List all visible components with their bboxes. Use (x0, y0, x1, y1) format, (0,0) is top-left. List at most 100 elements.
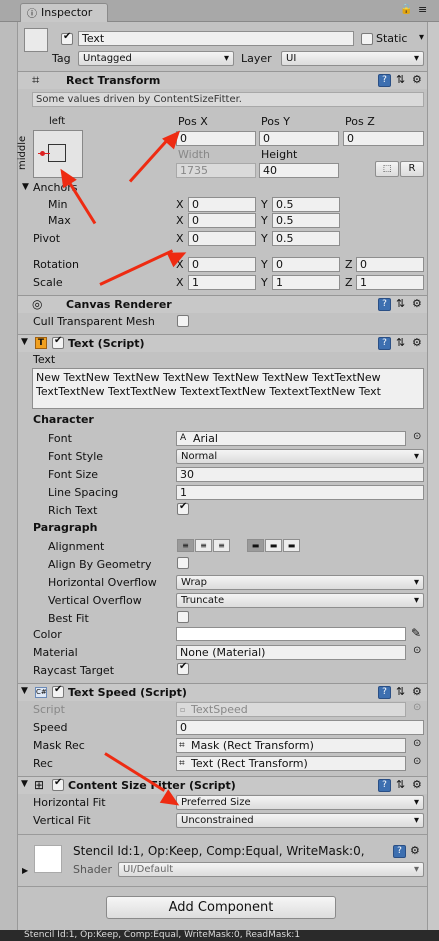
menu-icon[interactable]: ≡ (418, 3, 427, 16)
static-dropdown[interactable] (418, 31, 428, 46)
pivot-x-field[interactable]: 0 (188, 231, 256, 246)
best-fit-checkbox[interactable] (177, 611, 189, 623)
lock-icon[interactable]: 🔒 (400, 4, 412, 15)
scale-x-field[interactable]: 1 (188, 275, 256, 290)
content-size-fitter-header[interactable]: ▼ ⊞ Content Size Fitter (Script) ? ⇅ ⚙ (18, 776, 427, 794)
scale-z-field[interactable]: 1 (356, 275, 424, 290)
align-center-icon[interactable]: ≡ (195, 539, 212, 552)
anchors-foldout-icon[interactable]: ▼ (22, 182, 29, 192)
min-x-field[interactable]: 0 (188, 197, 256, 212)
text-speed-header[interactable]: ▼ C# Text Speed (Script) ? ⇅ ⚙ (18, 683, 427, 701)
object-picker-icon[interactable]: ⊙ (413, 645, 421, 656)
gear-icon[interactable]: ⚙ (412, 685, 422, 698)
font-field[interactable]: A Arial (176, 431, 406, 446)
align-bottom-icon[interactable]: ▬ (283, 539, 300, 552)
preset-icon[interactable]: ⇅ (396, 297, 405, 310)
blueprint-mode-button[interactable]: ⬚ (375, 161, 399, 177)
foldout-icon[interactable]: ▼ (21, 686, 28, 696)
align-middle-icon[interactable]: ▬ (265, 539, 282, 552)
text-script-header[interactable]: ▼ T Text (Script) ? ⇅ ⚙ (18, 334, 427, 352)
min-y-field[interactable]: 0.5 (272, 197, 340, 212)
tab-inspector[interactable]: ⓘ Inspector (20, 3, 108, 22)
tag-dropdown[interactable]: Untagged (78, 51, 234, 66)
color-swatch[interactable] (176, 627, 406, 641)
font-size-field[interactable]: 30 (176, 467, 424, 482)
rec-value: Text (Rect Transform) (191, 757, 308, 770)
foldout-icon[interactable]: ▼ (21, 337, 28, 347)
help-icon[interactable]: ? (378, 779, 391, 792)
gear-icon[interactable]: ⚙ (412, 73, 422, 86)
text-speed-enabled-checkbox[interactable] (52, 684, 64, 698)
cull-mesh-checkbox[interactable] (177, 315, 189, 327)
canvas-renderer-icon: ◎ (32, 297, 43, 311)
object-picker-icon[interactable]: ⊙ (413, 431, 421, 442)
text-label: Text (33, 353, 56, 366)
scale-y-field[interactable]: 1 (272, 275, 340, 290)
raycast-checkbox[interactable] (177, 661, 189, 675)
preset-icon[interactable]: ⇅ (396, 685, 405, 698)
scrollbar[interactable] (427, 22, 439, 941)
posx-field[interactable]: 0 (176, 131, 256, 146)
preset-icon[interactable]: ⇅ (396, 778, 405, 791)
object-picker-icon[interactable]: ⊙ (413, 756, 421, 767)
rich-text-checkbox[interactable] (177, 501, 189, 515)
anchor-preset-square-icon (48, 144, 66, 162)
raw-edit-button[interactable]: R (400, 161, 424, 177)
posy-field[interactable]: 0 (259, 131, 339, 146)
help-icon[interactable]: ? (378, 686, 391, 699)
mask-rec-field[interactable]: ⌗ Mask (Rect Transform) (176, 738, 406, 753)
rect-transform-header[interactable]: ⌗ Rect Transform ? ⇅ ⚙ (18, 71, 427, 89)
rot-y-field[interactable]: 0 (272, 257, 340, 272)
rot-z-field[interactable]: 0 (356, 257, 424, 272)
gear-icon[interactable]: ⚙ (412, 336, 422, 349)
layer-dropdown[interactable]: UI (281, 51, 424, 66)
rec-field[interactable]: ⌗ Text (Rect Transform) (176, 756, 406, 771)
gear-icon[interactable]: ⚙ (412, 778, 422, 791)
help-icon[interactable]: ? (378, 298, 391, 311)
object-picker-icon[interactable]: ⊙ (413, 738, 421, 749)
text-enabled-checkbox[interactable] (52, 335, 64, 349)
active-checkbox[interactable] (61, 31, 73, 45)
add-component-button[interactable]: Add Component (106, 896, 336, 919)
help-icon[interactable]: ? (393, 845, 406, 858)
layer-label: Layer (241, 52, 272, 65)
height-field[interactable]: 40 (259, 163, 339, 178)
text-area[interactable]: New TextNew TextNew TextNew TextNew Text… (32, 368, 424, 409)
content-size-fitter-enabled-checkbox[interactable] (52, 777, 64, 791)
help-icon[interactable]: ? (378, 74, 391, 87)
material-field[interactable]: None (Material) (176, 645, 406, 660)
preset-icon[interactable]: ⇅ (396, 336, 405, 349)
gear-icon[interactable]: ⚙ (412, 297, 422, 310)
posz-field[interactable]: 0 (343, 131, 424, 146)
rec-label: Rec (33, 757, 53, 770)
cull-mesh-label: Cull Transparent Mesh (33, 315, 155, 328)
horizontal-overflow-dropdown[interactable]: Wrap (176, 575, 424, 590)
foldout-icon[interactable]: ▼ (21, 779, 28, 789)
align-geometry-checkbox[interactable] (177, 557, 189, 569)
font-style-dropdown[interactable]: Normal (176, 449, 424, 464)
pivot-y-label: Y (261, 232, 268, 245)
eyedropper-icon[interactable]: ✎ (411, 626, 421, 640)
max-y-field[interactable]: 0.5 (272, 213, 340, 228)
mask-rec-label: Mask Rec (33, 739, 85, 752)
preset-icon[interactable]: ⇅ (396, 73, 405, 86)
shader-dropdown[interactable]: UI/Default (118, 862, 424, 877)
annotation-arrowhead (166, 245, 190, 268)
help-icon[interactable]: ? (378, 337, 391, 350)
pivot-y-field[interactable]: 0.5 (272, 231, 340, 246)
rot-x-field[interactable]: 0 (188, 257, 256, 272)
static-checkbox[interactable] (361, 33, 373, 45)
align-right-icon[interactable]: ≡ (213, 539, 230, 552)
align-left-icon[interactable]: ≡ (177, 539, 194, 552)
canvas-renderer-header[interactable]: ◎ Canvas Renderer ? ⇅ ⚙ (18, 295, 427, 313)
line-spacing-field[interactable]: 1 (176, 485, 424, 500)
name-field[interactable]: Text (78, 31, 354, 46)
align-top-icon[interactable]: ▬ (247, 539, 264, 552)
foldout-right-icon[interactable]: ▶ (22, 866, 28, 875)
gear-icon[interactable]: ⚙ (410, 844, 420, 857)
vertical-fit-dropdown[interactable]: Unconstrained (176, 813, 424, 828)
max-x-field[interactable]: 0 (188, 213, 256, 228)
vertical-overflow-dropdown[interactable]: Truncate (176, 593, 424, 608)
horizontal-fit-dropdown[interactable]: Preferred Size (176, 795, 424, 810)
speed-field[interactable]: 0 (176, 720, 424, 735)
